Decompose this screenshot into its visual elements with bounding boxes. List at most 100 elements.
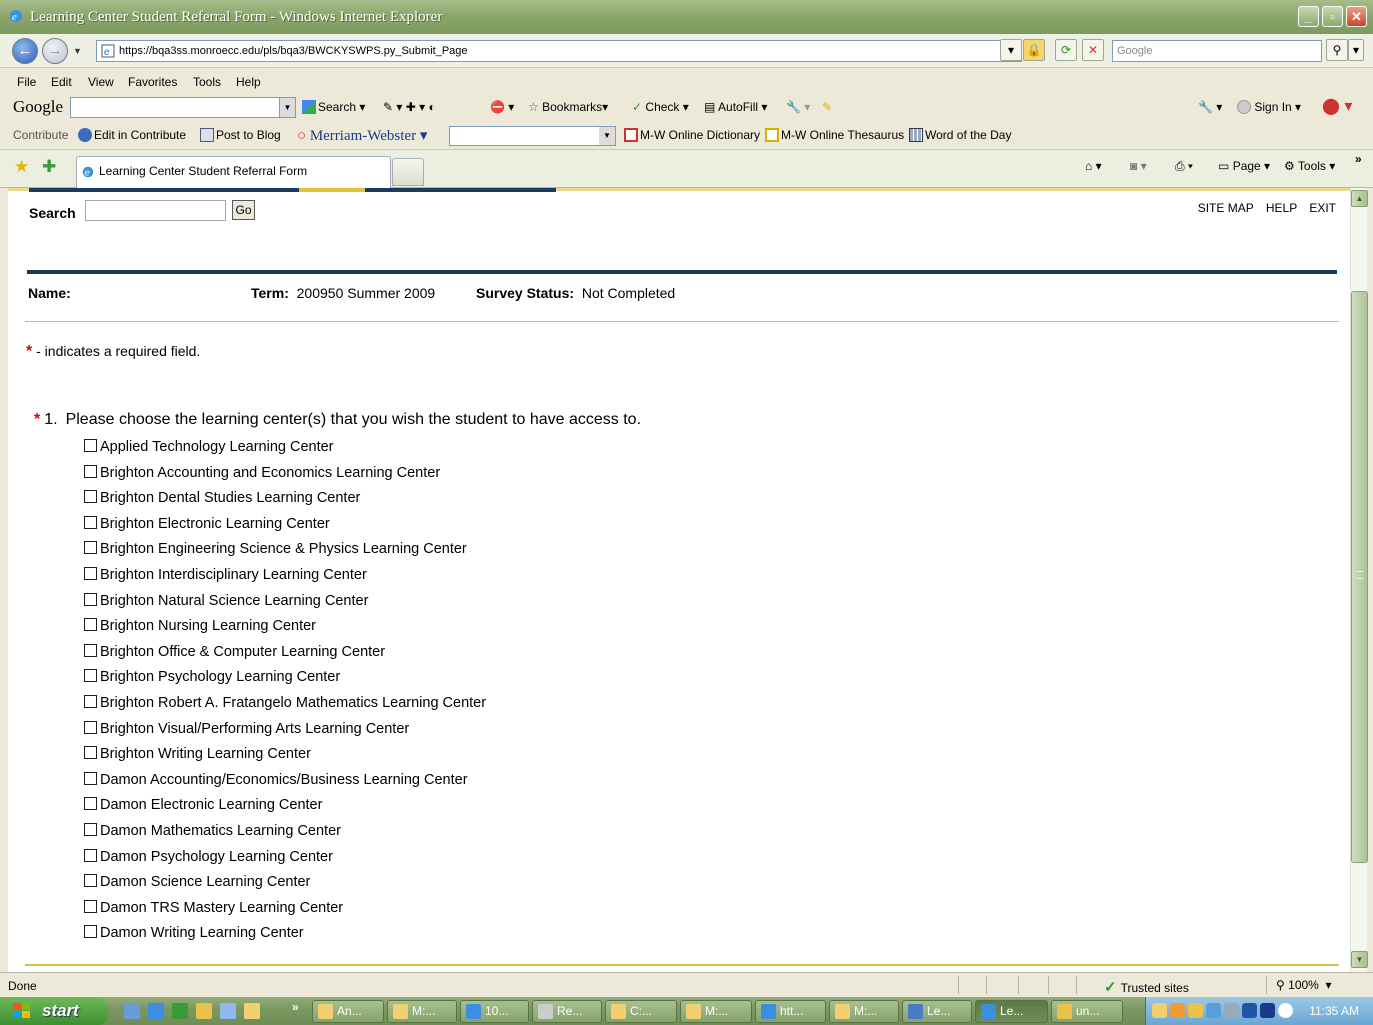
learning-center-checkbox[interactable] [84, 464, 97, 478]
taskbar-button[interactable]: un... [1051, 1000, 1123, 1023]
minimize-button[interactable]: _ [1298, 6, 1319, 27]
chevron-more-icon[interactable]: » [1355, 152, 1362, 166]
go-button[interactable]: Go [232, 200, 255, 220]
stop-icon[interactable]: ✕ [1082, 39, 1104, 61]
back-button[interactable]: ← [12, 38, 38, 64]
taskbar-button[interactable]: C:... [605, 1000, 677, 1023]
learning-center-option[interactable]: Brighton Engineering Science & Physics L… [84, 541, 467, 557]
learning-center-checkbox[interactable] [84, 592, 97, 606]
learning-center-option[interactable]: Damon Electronic Learning Center [84, 797, 322, 813]
home-icon[interactable]: ⌂ ▾ [1085, 159, 1102, 173]
quicklaunch-ie-icon[interactable] [148, 1003, 164, 1019]
learning-center-option[interactable]: Brighton Robert A. Fratangelo Mathematic… [84, 695, 486, 711]
refresh-icon[interactable]: ⟳ [1055, 39, 1077, 61]
forward-button[interactable]: → [42, 38, 68, 64]
quicklaunch-folder-icon[interactable] [244, 1003, 260, 1019]
add-favorite-icon[interactable]: ✚ [42, 157, 56, 177]
help-link[interactable]: HELP [1266, 201, 1297, 215]
learning-center-checkbox[interactable] [84, 439, 97, 452]
learning-center-checkbox[interactable] [84, 746, 97, 760]
mw-search-select[interactable]: ▼ [449, 126, 616, 146]
zoom-control[interactable]: ⚲ 100% ▾ [1276, 978, 1332, 992]
learning-center-checkbox[interactable] [84, 771, 97, 785]
close-button[interactable]: ✕ [1346, 6, 1367, 27]
learning-center-checkbox[interactable] [84, 643, 97, 657]
tray-icon[interactable] [1170, 1003, 1185, 1018]
learning-center-option[interactable]: Damon Mathematics Learning Center [84, 823, 341, 839]
taskbar-button[interactable]: M:... [387, 1000, 457, 1023]
wrench-icon[interactable]: 🔧 ▾ [786, 100, 810, 114]
learning-center-option[interactable]: Brighton Interdisciplinary Learning Cent… [84, 567, 367, 583]
menu-edit[interactable]: Edit [51, 75, 72, 89]
tray-icon[interactable] [1152, 1003, 1167, 1018]
menu-file[interactable]: File [17, 75, 36, 89]
bookmarks-button[interactable]: ☆ Bookmarks▾ [528, 100, 608, 114]
favorites-center-icon[interactable]: ★ [14, 157, 29, 177]
print-icon[interactable]: ⎙ ▾ [1175, 159, 1193, 174]
taskbar-button[interactable]: M:... [829, 1000, 899, 1023]
learning-center-option[interactable]: Damon Writing Learning Center [84, 925, 304, 941]
tray-icon[interactable] [1206, 1003, 1221, 1018]
learning-center-checkbox[interactable] [84, 618, 97, 632]
settings-wrench-icon[interactable]: 🔧 ▾ [1198, 100, 1222, 114]
taskbar-button[interactable]: 10... [460, 1000, 529, 1023]
taskbar-button[interactable]: Re... [532, 1000, 602, 1023]
popup-blocker-icon[interactable]: ⛔ ▾ [490, 100, 514, 114]
learning-center-checkbox[interactable] [84, 899, 97, 913]
learning-center-option[interactable]: Brighton Natural Science Learning Center [84, 592, 368, 609]
address-field[interactable]: e https://bqa3ss.monroecc.edu/pls/bqa3/B… [96, 40, 1022, 62]
quicklaunch-icon[interactable] [196, 1003, 212, 1019]
learning-center-checkbox[interactable] [84, 515, 97, 529]
learning-center-option[interactable]: Brighton Visual/Performing Arts Learning… [84, 720, 409, 737]
learning-center-checkbox[interactable] [84, 567, 97, 580]
learning-center-option[interactable]: Damon Psychology Learning Center [84, 848, 333, 865]
learning-center-checkbox[interactable] [84, 720, 97, 734]
feeds-icon[interactable]: ◙ ▾ [1130, 159, 1147, 173]
learning-center-option[interactable]: Applied Technology Learning Center [84, 439, 334, 455]
menu-favorites[interactable]: Favorites [128, 75, 177, 89]
site-search-input[interactable] [85, 200, 226, 221]
mw-dictionary-link[interactable]: M-W Online Dictionary [624, 128, 760, 142]
taskbar-button[interactable]: M:... [680, 1000, 752, 1023]
menu-help[interactable]: Help [236, 75, 261, 89]
google-search-input[interactable] [70, 97, 296, 118]
google-dropdown-icon[interactable]: ▼ [279, 97, 296, 118]
search-icon[interactable]: ⚲ [1326, 39, 1348, 61]
learning-center-checkbox[interactable] [84, 925, 97, 939]
menu-tools[interactable]: Tools [193, 75, 221, 89]
site-map-link[interactable]: SITE MAP [1198, 201, 1254, 215]
tools-menu-button[interactable]: ⚙ Tools ▾ [1284, 159, 1335, 173]
quicklaunch-icon[interactable] [124, 1003, 140, 1019]
page-menu-button[interactable]: ▭ Page ▾ [1218, 159, 1270, 173]
tab-learning-center[interactable]: e Learning Center Student Referral Form [76, 156, 391, 188]
search-options-icon[interactable]: ▾ [1348, 39, 1364, 61]
learning-center-option[interactable]: Brighton Electronic Learning Center [84, 515, 330, 532]
learning-center-option[interactable]: Brighton Writing Learning Center [84, 746, 311, 762]
quicklaunch-icon[interactable] [172, 1003, 188, 1019]
learning-center-checkbox[interactable] [84, 848, 97, 862]
spellcheck-button[interactable]: ✓ Check ▾ [632, 100, 689, 114]
taskbar-button[interactable]: Le... [975, 1000, 1048, 1023]
mw-thesaurus-link[interactable]: M-W Online Thesaurus [765, 128, 904, 142]
learning-center-checkbox[interactable] [84, 669, 97, 683]
tray-icon[interactable] [1224, 1003, 1239, 1018]
learning-center-checkbox[interactable] [84, 797, 97, 811]
toolbar-icon-group[interactable]: ✎ ▾ ✚ ▾ ◐ [383, 100, 436, 114]
word-of-day-link[interactable]: Word of the Day [909, 128, 1011, 142]
new-tab-button[interactable] [392, 158, 424, 186]
tray-icon[interactable] [1188, 1003, 1203, 1018]
learning-center-option[interactable]: Damon TRS Mastery Learning Center [84, 899, 343, 916]
edit-in-contribute-button[interactable]: Edit in Contribute [78, 128, 186, 142]
scroll-thumb[interactable] [1351, 291, 1368, 863]
learning-center-checkbox[interactable] [84, 874, 97, 888]
learning-center-option[interactable]: Damon Accounting/Economics/Business Lear… [84, 771, 468, 788]
history-dropdown-icon[interactable]: ▼ [73, 46, 82, 56]
tray-icon[interactable] [1278, 1003, 1293, 1018]
address-dropdown-icon[interactable]: ▾ [1000, 39, 1022, 61]
scroll-up-button[interactable]: ▲ [1351, 190, 1368, 207]
learning-center-option[interactable]: Brighton Office & Computer Learning Cent… [84, 643, 385, 660]
learning-center-checkbox[interactable] [84, 541, 97, 555]
google-search-button[interactable]: Search ▾ [302, 100, 365, 114]
learning-center-checkbox[interactable] [84, 490, 97, 504]
quicklaunch-icon[interactable] [220, 1003, 236, 1019]
